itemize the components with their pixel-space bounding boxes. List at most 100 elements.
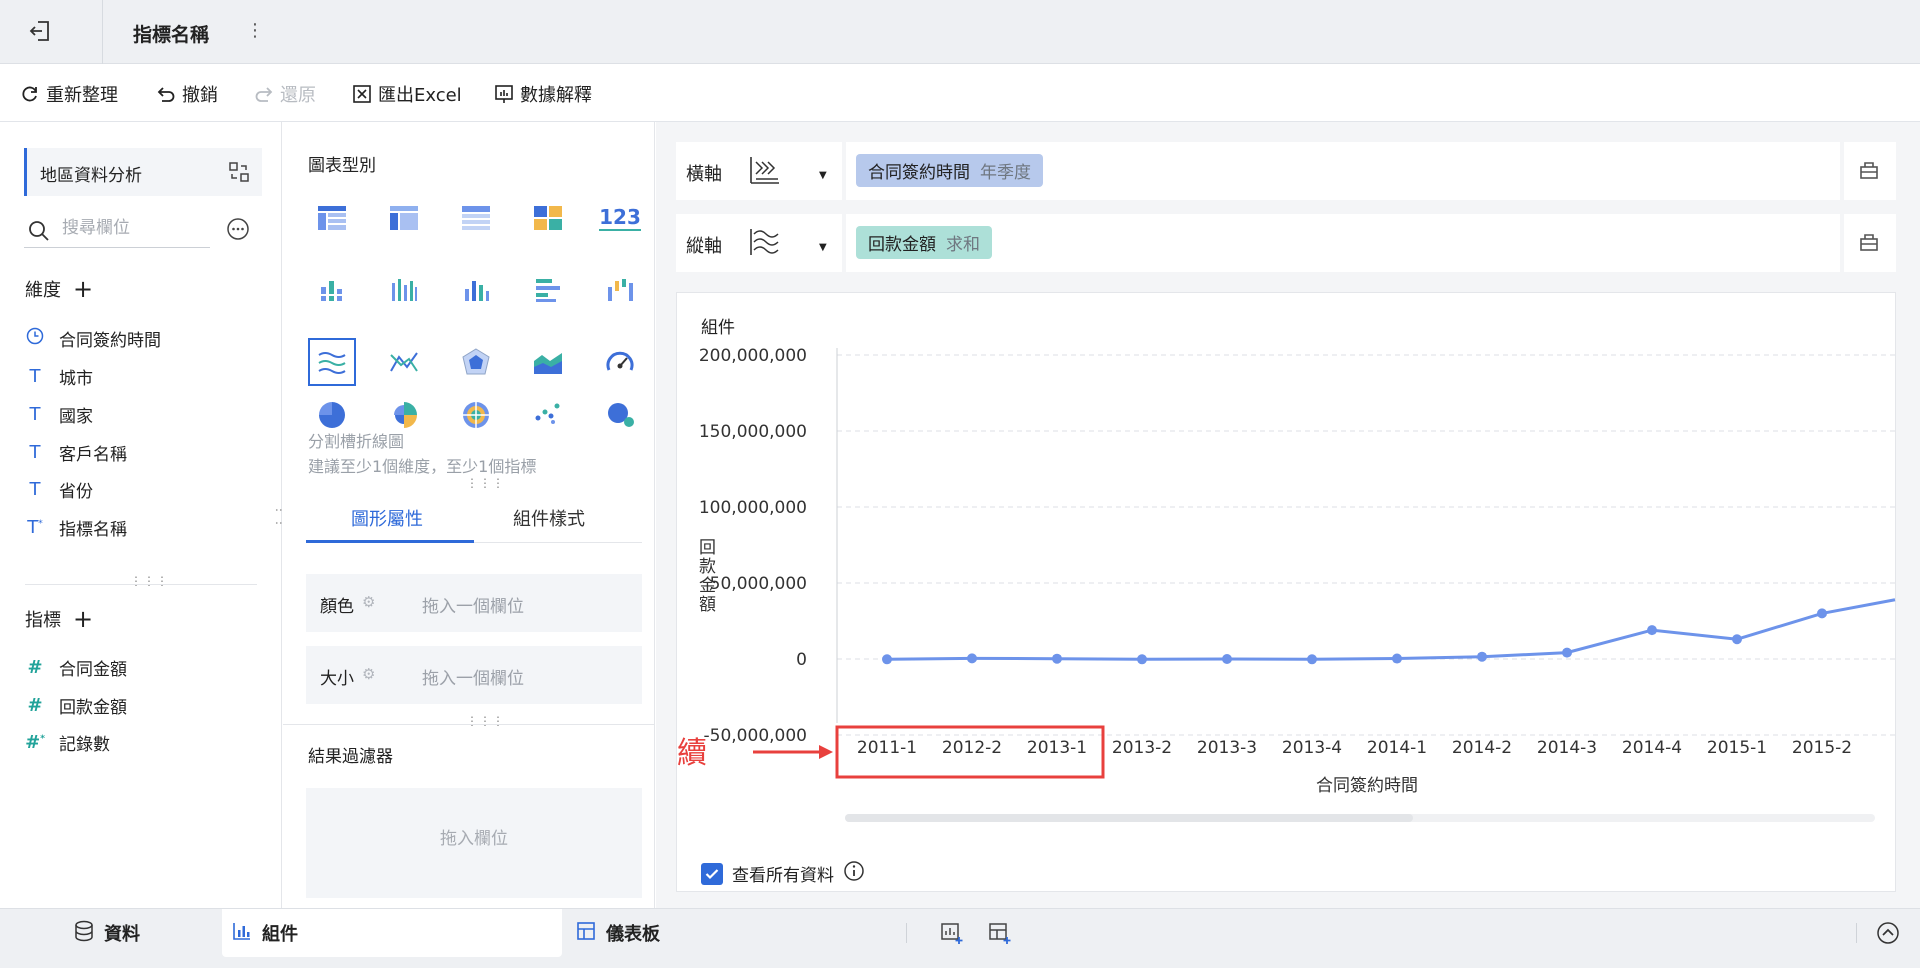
tab-data[interactable]: 資料 xyxy=(74,909,140,957)
color-placeholder: 拖入一個欄位 xyxy=(422,597,524,617)
gear-icon[interactable]: ⚙ xyxy=(362,665,375,683)
measures-title: 指標 xyxy=(25,610,61,631)
more-options-icon[interactable]: ⋮ xyxy=(246,20,264,41)
undo-icon xyxy=(156,84,176,104)
bar-chart-icon[interactable] xyxy=(524,266,572,314)
waterfall-chart-icon[interactable] xyxy=(596,266,644,314)
switch-dataset-icon[interactable] xyxy=(228,161,250,183)
data-explain-icon xyxy=(494,84,514,104)
collapse-icon[interactable] xyxy=(1876,921,1900,950)
dimension-field[interactable]: T 國家 xyxy=(25,402,94,427)
x-tick-label: 2014-2 xyxy=(1452,738,1512,758)
refresh-button[interactable]: 重新整理 xyxy=(20,81,118,107)
stacked-bar-icon[interactable] xyxy=(308,266,356,314)
more-icon[interactable] xyxy=(226,217,250,241)
section-divider xyxy=(25,584,257,585)
dimension-field[interactable]: 合同簽約時間 xyxy=(25,326,161,351)
tab-graph-properties[interactable]: 圖形屬性 xyxy=(351,505,423,531)
y-axis-field-pill[interactable]: 回款金額 求和 xyxy=(856,226,992,259)
resize-handle[interactable]: ⋮⋮⋮ xyxy=(130,574,169,588)
search-input[interactable] xyxy=(62,218,202,238)
refresh-label: 重新整理 xyxy=(46,85,118,106)
kpi-card-icon[interactable] xyxy=(524,194,572,242)
column-chart-icon[interactable] xyxy=(452,266,500,314)
gear-icon[interactable]: ⚙ xyxy=(362,593,375,611)
size-drop-zone[interactable]: 大小 ⚙ 拖入一個欄位 xyxy=(306,646,642,704)
measures-header: 指標 + xyxy=(25,606,93,632)
x-axis-title: 合同簽約時間 xyxy=(1316,776,1418,796)
dataset-selector[interactable]: 地區資料分析 xyxy=(24,148,262,196)
measure-field[interactable]: # 合同金額 xyxy=(25,655,127,680)
dimension-field[interactable]: T 客戶名稱 xyxy=(25,440,128,465)
resize-handle[interactable]: ⋮⋮⋮ xyxy=(466,476,505,490)
measure-label: 回款金額 xyxy=(59,698,127,718)
detail-table-icon[interactable] xyxy=(452,194,500,242)
measure-field[interactable]: # 回款金額 xyxy=(25,693,127,718)
data-explain-button[interactable]: 數據解釋 xyxy=(494,81,592,107)
show-all-label: 查看所有資料 xyxy=(732,866,834,886)
tab-dashboard[interactable]: 儀表板 xyxy=(576,909,660,957)
info-icon[interactable] xyxy=(843,860,865,887)
data-point xyxy=(1137,654,1147,665)
axis-mode-icon[interactable] xyxy=(748,154,782,191)
back-icon[interactable] xyxy=(28,18,72,48)
pivot-table-icon[interactable] xyxy=(380,194,428,242)
size-label: 大小 xyxy=(320,669,354,689)
add-dimension-icon[interactable]: + xyxy=(73,277,93,301)
gauge-chart-icon[interactable] xyxy=(596,338,644,386)
color-drop-zone[interactable]: 顏色 ⚙ 拖入一個欄位 xyxy=(306,574,642,632)
x-tick-label: 2013-4 xyxy=(1282,738,1342,758)
data-point xyxy=(1647,625,1657,636)
multilayer-pie-icon[interactable] xyxy=(452,400,500,428)
chevron-down-icon[interactable]: ▼ xyxy=(819,242,827,253)
filter-drop-zone[interactable]: 拖入欄位 xyxy=(306,788,642,898)
number-card-icon[interactable]: 123 xyxy=(596,194,644,242)
chevron-down-icon[interactable]: ▼ xyxy=(819,170,827,181)
add-dashboard-icon[interactable] xyxy=(988,921,1012,950)
axis-settings-icon[interactable] xyxy=(1858,159,1880,186)
redo-button[interactable]: 還原 xyxy=(254,81,316,107)
undo-button[interactable]: 撤銷 xyxy=(156,81,218,107)
grouped-bar-icon[interactable] xyxy=(380,266,428,314)
active-tab-indicator xyxy=(306,540,474,543)
tab-dashboard-label: 儀表板 xyxy=(606,924,660,945)
partition-axis-icon[interactable] xyxy=(748,226,782,263)
add-component-icon[interactable] xyxy=(940,921,964,950)
dimension-field[interactable]: T* 指標名稱 xyxy=(25,515,127,540)
chart-card: 組件 200,000,000 150,000,000 100,000,000 50,0… xyxy=(676,292,1897,892)
pie-chart-icon[interactable] xyxy=(308,400,356,428)
separator xyxy=(906,923,907,943)
x-axis-field-pill[interactable]: 合同簽約時間 年季度 xyxy=(856,154,1043,187)
dimension-field[interactable]: T 城市 xyxy=(25,364,94,389)
radar-chart-icon[interactable] xyxy=(452,338,500,386)
table-chart-icon[interactable] xyxy=(308,194,356,242)
resize-handle[interactable]: ⋮⋮⋮ xyxy=(466,714,505,728)
x-field-name: 合同簽約時間 xyxy=(868,163,970,183)
line-chart-icon[interactable] xyxy=(380,338,428,386)
chart-config-panel: 圖表型別 123 分割槽折線圖 建議至少1個維度，至少1個指標 ⋮⋮⋮ 圖形屬性… xyxy=(283,122,665,908)
x-tick-label: 2013-1 xyxy=(1027,738,1087,758)
number-type-icon: # xyxy=(27,657,43,678)
export-excel-button[interactable]: 匯出Excel xyxy=(352,81,462,107)
axis-settings-icon[interactable] xyxy=(1858,231,1880,258)
dimension-label: 國家 xyxy=(59,407,93,427)
tab-component-style[interactable]: 組件樣式 xyxy=(513,505,585,531)
rose-chart-icon[interactable] xyxy=(380,400,428,428)
checkbox-checked[interactable] xyxy=(701,862,723,885)
add-measure-icon[interactable]: + xyxy=(73,607,93,631)
x-axis-row: 橫軸 ▼ 合同簽約時間 年季度 xyxy=(676,142,1896,200)
dimension-field[interactable]: T 省份 xyxy=(25,477,94,502)
measure-field[interactable]: #* 記錄數 xyxy=(25,730,110,755)
show-all-data-toggle[interactable]: 查看所有資料 xyxy=(701,860,865,887)
y-field-name: 回款金額 xyxy=(868,235,936,255)
data-point xyxy=(1392,653,1402,664)
partition-line-chart-icon[interactable] xyxy=(308,338,356,386)
scatter-chart-icon[interactable] xyxy=(524,400,572,428)
bubble-chart-icon[interactable] xyxy=(596,400,644,428)
x-tick-label: 2012-2 xyxy=(942,738,1002,758)
tab-component[interactable]: 組件 xyxy=(222,909,562,957)
tab-data-label: 資料 xyxy=(104,924,140,945)
filter-placeholder: 拖入欄位 xyxy=(440,829,508,849)
area-chart-icon[interactable] xyxy=(524,338,572,386)
text-type-icon: T xyxy=(29,366,41,387)
